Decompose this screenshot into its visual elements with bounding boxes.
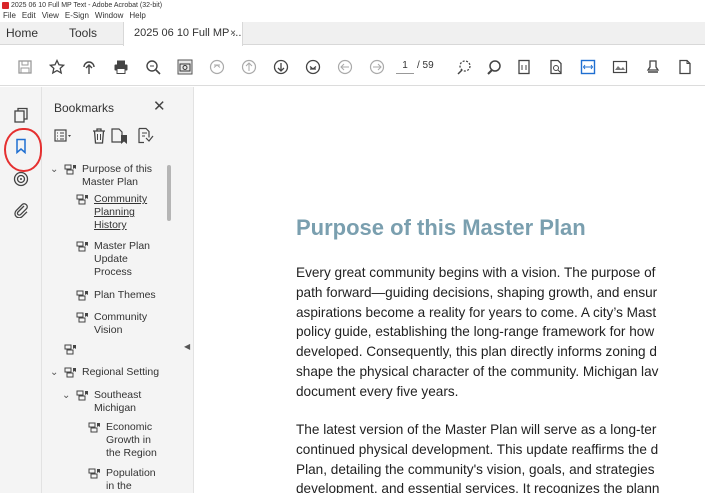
first-page-icon[interactable] <box>209 59 225 75</box>
bookmarks-panel-title: Bookmarks <box>54 101 115 115</box>
bookmark-purpose[interactable]: ⌄ Purpose of this Master Plan <box>50 163 165 191</box>
zoom-search-icon[interactable] <box>145 59 161 75</box>
bookmark-plan-themes[interactable]: Plan Themes <box>76 289 166 303</box>
menu-view[interactable]: View <box>42 11 59 20</box>
bookmark-label: Community Vision <box>94 311 148 336</box>
menu-edit[interactable]: Edit <box>22 11 36 20</box>
next-page-icon[interactable] <box>273 59 289 75</box>
chevron-down-icon[interactable]: ⌄ <box>62 389 70 402</box>
annotation-circle <box>4 128 42 172</box>
collapse-panel-arrow-icon[interactable]: ◀ <box>184 342 190 351</box>
new-bookmark-icon[interactable] <box>110 127 128 145</box>
select-tool-icon[interactable] <box>456 59 472 75</box>
tab-bar: Home Tools 2025 06 10 Full MP ... × <box>0 22 705 46</box>
share-upload-icon[interactable] <box>81 59 97 75</box>
page-thumbnails-icon[interactable] <box>13 107 29 123</box>
menu-help[interactable]: Help <box>129 11 145 20</box>
tab-tools[interactable]: Tools <box>69 22 97 45</box>
bookmark-star-icon[interactable] <box>48 58 66 75</box>
tab-home[interactable]: Home <box>6 22 38 45</box>
window-titlebar: 2025 06 10 Full MP Text - Adobe Acrobat … <box>0 0 705 11</box>
bookmark-entry-icon <box>76 390 88 402</box>
bookmark-community-planning-history[interactable]: Community Planning History <box>76 193 166 233</box>
bookmark-entry-icon <box>64 164 76 176</box>
zoom-in-icon[interactable] <box>486 59 502 75</box>
scanned-image-icon[interactable] <box>612 59 628 75</box>
fit-page-icon[interactable] <box>516 59 532 75</box>
window-title: 2025 06 10 Full MP Text - Adobe Acrobat … <box>11 2 163 9</box>
bookmark-label: Plan Themes <box>94 289 156 301</box>
tab-close-button[interactable]: × <box>230 22 236 45</box>
bookmark-label: Master Plan Update Process <box>94 240 151 278</box>
snapshot-camera-icon[interactable] <box>177 59 193 75</box>
read-mode-icon[interactable] <box>548 59 564 75</box>
stamp-icon[interactable] <box>645 59 661 75</box>
menu-esign[interactable]: E-Sign <box>65 11 89 20</box>
close-panel-button[interactable]: ✕ <box>153 97 166 115</box>
document-heading: Purpose of this Master Plan <box>296 215 586 240</box>
acrobat-app-icon <box>2 2 9 9</box>
bookmark-entry-icon <box>88 422 100 434</box>
panel-splitter[interactable] <box>178 87 194 493</box>
delete-bookmark-icon[interactable] <box>90 127 108 145</box>
bookmark-label: Economic Growth in the Region <box>106 421 157 459</box>
attachments-paperclip-icon[interactable] <box>13 202 29 219</box>
bookmark-economic-growth[interactable]: Economic Growth in the Region <box>88 421 166 461</box>
back-view-icon[interactable] <box>337 59 353 75</box>
bookmark-label: Community Planning History <box>94 193 148 231</box>
find-bookmark-icon[interactable] <box>136 127 154 145</box>
menu-window[interactable]: Window <box>95 11 123 20</box>
document-view[interactable]: Purpose of this Master Plan Every great … <box>195 87 705 493</box>
bookmark-untitled[interactable] <box>64 343 154 357</box>
page-number-input[interactable]: 1 <box>396 58 414 74</box>
tab-document-label: 2025 06 10 Full MP ... <box>134 27 242 39</box>
bookmark-label: Southeast Michigan <box>94 389 142 414</box>
bookmark-southeast-michigan[interactable]: ⌄ Southeast Michigan <box>62 389 166 417</box>
print-icon[interactable] <box>113 59 129 75</box>
bookmark-entry-icon <box>88 468 100 480</box>
bookmark-population[interactable]: Population in the <box>88 467 166 493</box>
chevron-down-icon[interactable]: ⌄ <box>50 366 58 379</box>
main-toolbar: 1 / 59 <box>0 46 705 86</box>
bookmark-tools <box>54 127 174 149</box>
bookmark-entry-icon <box>64 367 76 379</box>
blank-page-icon[interactable] <box>677 59 693 75</box>
menu-bar: File Edit View E-Sign Window Help <box>0 11 705 21</box>
bookmark-entry-icon <box>64 344 76 356</box>
bookmark-entry-icon <box>76 241 88 253</box>
tab-document[interactable]: 2025 06 10 Full MP ... × <box>123 22 243 46</box>
previous-page-icon[interactable] <box>241 59 257 75</box>
chevron-down-icon[interactable]: ⌄ <box>50 163 58 176</box>
layers-target-icon[interactable] <box>13 171 29 187</box>
bookmark-label: Regional Setting <box>82 366 160 378</box>
document-paragraph-1: Every great community begins with a visi… <box>296 265 659 399</box>
bookmark-options-icon[interactable] <box>54 127 72 145</box>
bookmark-entry-icon <box>76 194 88 206</box>
page-total-label: / 59 <box>417 60 434 71</box>
save-icon[interactable] <box>17 59 33 75</box>
bookmarks-panel: Bookmarks ✕ ⌄ Purpose of this Master Plan… <box>42 87 178 493</box>
bookmark-entry-icon <box>76 290 88 302</box>
bookmark-regional-setting[interactable]: ⌄ Regional Setting <box>50 366 165 380</box>
bookmark-entry-icon <box>76 312 88 324</box>
document-paragraph-2: The latest version of the Master Plan wi… <box>296 422 660 493</box>
bookmark-label: Population in the <box>106 467 156 492</box>
last-page-icon[interactable] <box>305 59 321 75</box>
bookmark-label: Purpose of this Master Plan <box>82 163 153 188</box>
bookmarks-scrollbar[interactable] <box>167 165 171 221</box>
menu-file[interactable]: File <box>3 11 16 20</box>
bookmark-community-vision[interactable]: Community Vision <box>76 311 166 339</box>
bookmark-master-plan-update-process[interactable]: Master Plan Update Process <box>76 240 166 280</box>
fit-width-icon[interactable] <box>580 59 596 75</box>
forward-view-icon[interactable] <box>369 59 385 75</box>
